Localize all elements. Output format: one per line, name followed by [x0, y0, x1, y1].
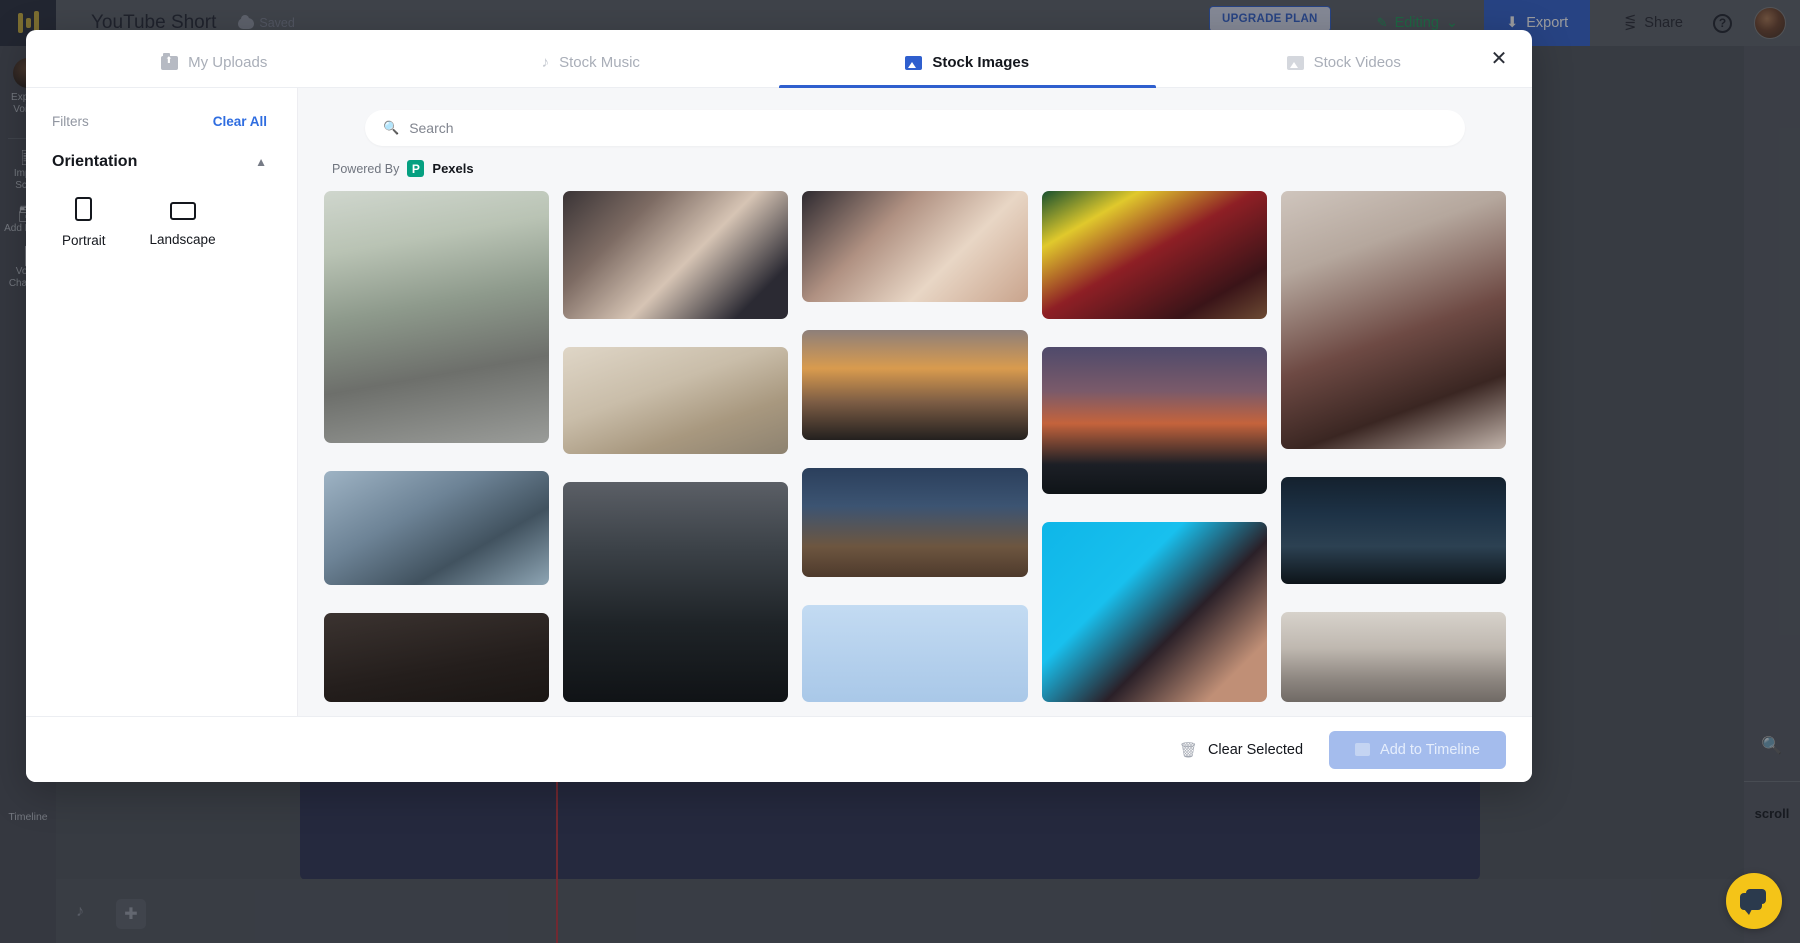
video-image-icon: [1286, 55, 1304, 70]
search-input[interactable]: [409, 120, 1447, 136]
tab-label: Stock Music: [559, 54, 640, 71]
grid-column: [1041, 191, 1267, 716]
stock-image-tile[interactable]: [1041, 346, 1267, 494]
search-row: 🔍: [324, 110, 1506, 146]
stock-image-tile[interactable]: [563, 482, 789, 702]
stock-image-tile[interactable]: [563, 346, 789, 455]
pexels-logo-icon: P: [407, 160, 425, 177]
grid-column: [324, 191, 550, 716]
stock-image-tile[interactable]: [324, 470, 550, 586]
orientation-title: Orientation: [52, 153, 138, 170]
orientation-options: Portrait Landscape: [52, 197, 267, 248]
stock-image-tile[interactable]: [324, 191, 550, 443]
add-media-icon: [1355, 743, 1371, 756]
search-icon: 🔍: [383, 120, 400, 135]
filters-sidebar: Filters Clear All Orientation ▲ Portrait…: [26, 88, 298, 716]
stock-image-tile[interactable]: [802, 191, 1028, 302]
chat-support-button[interactable]: [1726, 873, 1782, 929]
image-icon: [905, 55, 923, 70]
trash-icon: 🗑: [1178, 741, 1198, 759]
media-library-modal: My Uploads ♪ Stock Music Stock Images St…: [26, 30, 1532, 782]
search-bar[interactable]: 🔍: [365, 110, 1465, 146]
tab-my-uploads[interactable]: My Uploads: [26, 30, 403, 87]
stock-image-tile[interactable]: [1041, 191, 1267, 319]
stock-images-content: 🔍 Powered By P Pexels: [298, 88, 1532, 716]
stock-image-tile[interactable]: [1280, 612, 1506, 702]
modal-footer: 🗑 Clear Selected Add to Timeline: [26, 716, 1532, 782]
tab-stock-music[interactable]: ♪ Stock Music: [403, 30, 780, 87]
add-to-timeline-button[interactable]: Add to Timeline: [1329, 730, 1506, 769]
stock-image-tile[interactable]: [802, 604, 1028, 702]
pexels-attribution: Powered By P Pexels: [332, 160, 1506, 177]
orientation-option-label: Landscape: [149, 232, 216, 247]
grid-column: [563, 191, 789, 716]
orientation-option-landscape[interactable]: Landscape: [150, 197, 216, 248]
landscape-rect-icon: [169, 202, 196, 220]
orientation-option-portrait[interactable]: Portrait: [62, 197, 106, 248]
stock-image-tile[interactable]: [1041, 521, 1267, 703]
stock-image-tile[interactable]: [802, 468, 1028, 577]
orientation-group-header[interactable]: Orientation ▲: [52, 153, 267, 171]
grid-column: [1280, 191, 1506, 716]
grid-column: [802, 191, 1028, 716]
tab-label: Stock Videos: [1313, 54, 1401, 71]
chat-bubble-front-icon: [1740, 893, 1762, 915]
stock-image-tile[interactable]: [802, 329, 1028, 441]
clear-all-button[interactable]: Clear All: [213, 114, 267, 129]
filters-header: Filters Clear All: [52, 114, 267, 129]
portrait-rect-icon: [75, 197, 93, 221]
folder-upload-icon: [161, 52, 179, 70]
tab-label: My Uploads: [188, 54, 268, 71]
close-icon[interactable]: ✕: [1484, 44, 1514, 74]
stock-image-tile[interactable]: [1280, 191, 1506, 450]
tab-stock-videos[interactable]: Stock Videos: [1156, 30, 1533, 87]
orientation-option-label: Portrait: [62, 233, 106, 248]
stock-image-grid: [324, 191, 1506, 716]
music-note-icon: ♪: [541, 54, 550, 71]
tab-label: Stock Images: [932, 54, 1030, 71]
chevron-up-icon[interactable]: ▲: [255, 155, 267, 169]
stock-image-tile[interactable]: [1280, 477, 1506, 585]
clear-selected-label: Clear Selected: [1207, 741, 1304, 758]
clear-selected-button[interactable]: 🗑 Clear Selected: [1179, 741, 1303, 759]
tab-stock-images[interactable]: Stock Images: [779, 30, 1156, 88]
filters-title: Filters: [52, 114, 89, 129]
modal-tabs: My Uploads ♪ Stock Music Stock Images St…: [26, 30, 1532, 88]
powered-by-label: Powered By: [332, 161, 400, 176]
modal-body: Filters Clear All Orientation ▲ Portrait…: [26, 88, 1532, 716]
pexels-brand-label: Pexels: [432, 161, 474, 176]
stock-image-tile[interactable]: [563, 191, 789, 319]
add-to-timeline-label: Add to Timeline: [1380, 741, 1480, 758]
stock-image-tile[interactable]: [324, 613, 550, 702]
